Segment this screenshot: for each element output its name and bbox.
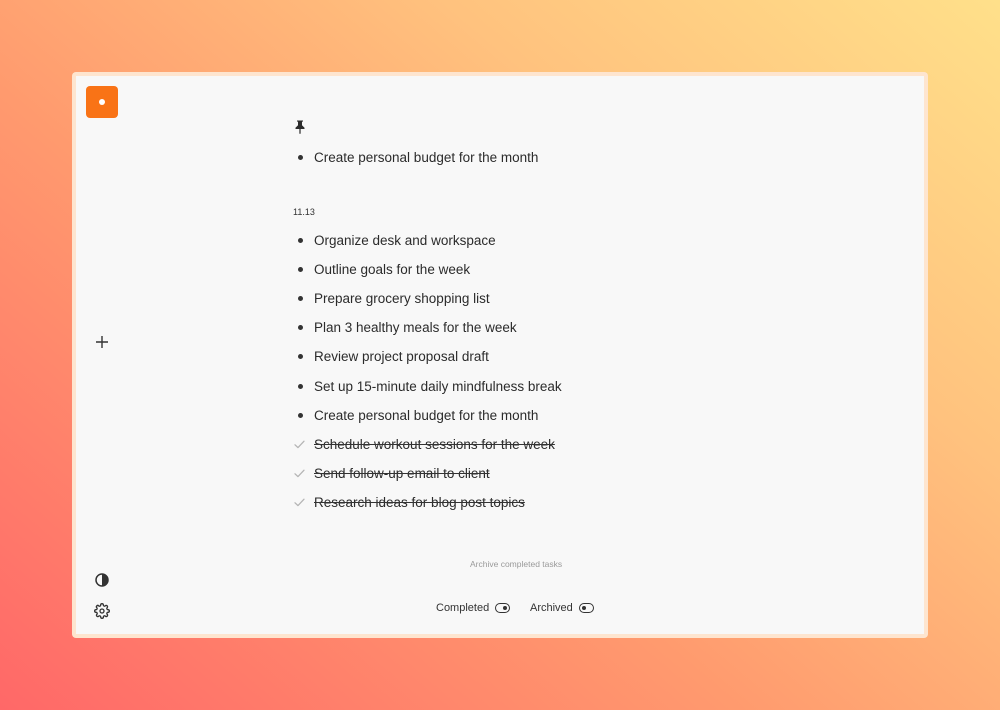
task-text: Create personal budget for the month [314, 149, 539, 165]
check-icon[interactable] [294, 440, 314, 449]
bullet-icon[interactable] [294, 154, 314, 160]
task-item[interactable]: Create personal budget for the month [294, 405, 714, 425]
task-text: Schedule workout sessions for the week [314, 436, 555, 452]
bullet-icon[interactable] [294, 383, 314, 389]
bullet-icon[interactable] [294, 266, 314, 272]
bullet-icon[interactable] [294, 237, 314, 243]
task-text: Organize desk and workspace [314, 232, 496, 248]
toggle-switch-icon [578, 603, 594, 613]
task-item[interactable]: Review project proposal draft [294, 347, 714, 367]
task-item[interactable]: Organize desk and workspace [294, 230, 714, 250]
task-text: Research ideas for blog post topics [314, 495, 525, 511]
pinned-section-header [294, 120, 308, 136]
app-window: Create personal budget for the month 11.… [72, 72, 928, 638]
task-item[interactable]: Create personal budget for the month [294, 147, 714, 167]
task-text: Plan 3 healthy meals for the week [314, 320, 517, 336]
toggle-knob [503, 606, 508, 610]
check-icon[interactable] [294, 469, 314, 478]
task-item[interactable]: Research ideas for blog post topics [294, 493, 714, 513]
task-text: Send follow-up email to client [314, 466, 490, 482]
bullet-icon[interactable] [294, 295, 314, 301]
bullet-icon[interactable] [294, 412, 314, 418]
task-text: Outline goals for the week [314, 261, 471, 277]
task-item[interactable]: Schedule workout sessions for the week [294, 434, 714, 454]
task-item[interactable]: Outline goals for the week [294, 259, 714, 279]
bullet-dot [298, 266, 303, 272]
theme-toggle-button[interactable] [92, 570, 112, 590]
task-item[interactable]: Prepare grocery shopping list [294, 288, 714, 308]
task-item[interactable]: Send follow-up email to client [294, 464, 714, 484]
logo-icon[interactable] [86, 86, 118, 118]
task-text: Create personal budget for the month [314, 407, 539, 423]
bullet-dot [298, 354, 303, 360]
completed-toggle-label: Completed [436, 602, 490, 614]
bullet-icon[interactable] [294, 325, 314, 331]
archived-toggle-label: Archived [530, 602, 573, 614]
completed-toggle[interactable]: Completed [436, 600, 511, 616]
toggle-knob [581, 606, 586, 610]
contrast-icon [95, 573, 109, 587]
bullet-dot [298, 237, 303, 243]
add-task-button[interactable] [92, 332, 112, 352]
task-item[interactable]: Plan 3 healthy meals for the week [294, 318, 714, 338]
bullet-dot [298, 325, 303, 331]
task-text: Prepare grocery shopping list [314, 290, 490, 306]
pin-icon [295, 120, 305, 134]
bullet-dot [298, 295, 303, 301]
task-text: Review project proposal draft [314, 349, 489, 365]
plus-icon [96, 336, 108, 348]
bullet-dot [298, 412, 303, 418]
bullet-dot [298, 154, 303, 160]
gear-icon [94, 603, 110, 619]
check-icon[interactable] [294, 498, 314, 507]
task-item[interactable]: Set up 15-minute daily mindfulness break [294, 376, 714, 396]
archive-completed-button[interactable]: Archive completed tasks [470, 559, 562, 569]
bullet-icon[interactable] [294, 354, 314, 360]
archived-toggle[interactable]: Archived [530, 600, 594, 616]
logo-dot [99, 99, 105, 105]
date-group-label: 11.13 [293, 207, 315, 217]
toggle-switch-icon [495, 603, 511, 613]
settings-button[interactable] [92, 601, 112, 621]
task-text: Set up 15-minute daily mindfulness break [314, 378, 562, 394]
bullet-dot [298, 383, 303, 389]
